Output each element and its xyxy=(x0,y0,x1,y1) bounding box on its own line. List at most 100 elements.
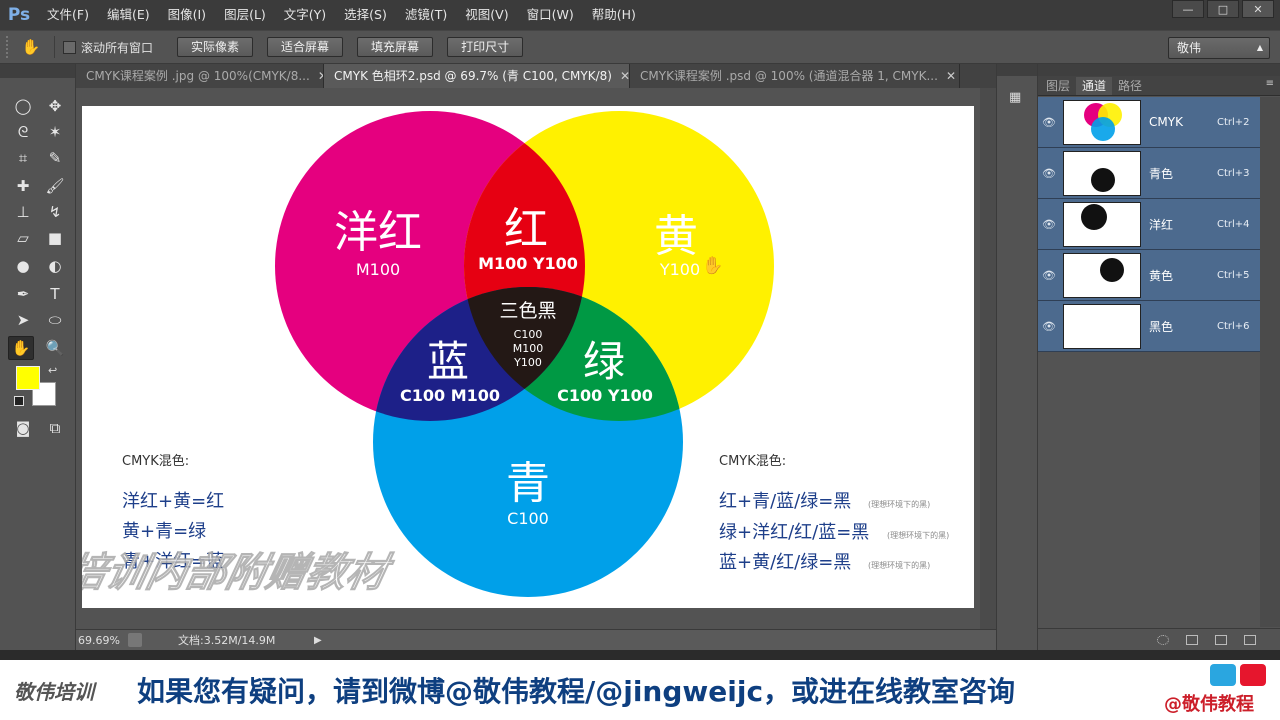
healing-icon[interactable]: ✚ xyxy=(10,174,36,198)
scroll-all-windows-checkbox[interactable] xyxy=(63,40,76,54)
new-channel-icon[interactable] xyxy=(1215,634,1227,645)
zoom-level[interactable]: 69.69% xyxy=(76,634,128,647)
channel-row-black[interactable]: 👁 黑色 Ctrl+6 xyxy=(1038,301,1260,352)
canvas-area[interactable]: 洋红 M100 红 M100 Y100 黄 Y100 三色黑 C100 M100… xyxy=(76,88,996,629)
path-select-icon[interactable]: ➤ xyxy=(10,308,36,332)
channel-list: 👁 CMYK Ctrl+2 👁 青色 Ctrl+3 👁 洋红 Ctrl+4 👁 … xyxy=(1038,97,1260,352)
dock-header[interactable] xyxy=(997,64,1037,76)
move-icon[interactable]: ✥ xyxy=(42,94,68,118)
menu-help[interactable]: 帮助(H) xyxy=(583,0,645,30)
panel-scrollbar[interactable] xyxy=(1260,97,1280,627)
status-menu-arrow-icon[interactable]: ▶ xyxy=(314,635,322,646)
options-grip[interactable] xyxy=(6,36,16,58)
document-canvas[interactable]: 洋红 M100 红 M100 Y100 黄 Y100 三色黑 C100 M100… xyxy=(82,106,974,608)
eye-icon[interactable]: 👁 xyxy=(1038,167,1060,180)
tencent-weibo-icon[interactable] xyxy=(1210,664,1236,686)
panel-menu-icon[interactable]: ≡ xyxy=(1266,78,1274,89)
tab-paths[interactable]: 路径 xyxy=(1112,77,1148,95)
brush-icon[interactable]: 🖌 xyxy=(42,174,68,198)
tab-doc-1[interactable]: CMYK课程案例 .jpg @ 100%(CMYK/8...✕ xyxy=(76,64,324,88)
tools-panel-header[interactable] xyxy=(0,64,75,78)
menu-file[interactable]: 文件(F) xyxy=(38,0,98,30)
menu-window[interactable]: 窗口(W) xyxy=(518,0,583,30)
panel-dock-strip: ▦ xyxy=(996,64,1038,650)
hand-icon[interactable]: ✋ xyxy=(8,336,34,360)
channel-row-magenta[interactable]: 👁 洋红 Ctrl+4 xyxy=(1038,199,1260,250)
eyedropper-icon[interactable]: ✎ xyxy=(42,146,68,170)
close-tab-icon[interactable]: ✕ xyxy=(946,69,956,83)
blur-icon[interactable]: ● xyxy=(10,254,36,278)
eye-icon[interactable]: 👁 xyxy=(1038,320,1060,333)
tab-channels[interactable]: 通道 xyxy=(1076,77,1113,95)
menu-filter[interactable]: 滤镜(T) xyxy=(396,0,456,30)
stamp-icon[interactable]: ⊥ xyxy=(10,200,36,224)
zoom-icon[interactable]: 🔍 xyxy=(42,336,68,360)
tab-doc-2[interactable]: CMYK 色相环2.psd @ 69.7% (青 C100, CMYK/8) ✕ xyxy=(324,64,630,88)
gradient-icon[interactable]: ■ xyxy=(42,226,68,250)
thumbnail-preview xyxy=(1084,102,1122,141)
social-icons xyxy=(1210,664,1270,686)
actual-pixels-button[interactable]: 实际像素 xyxy=(177,37,254,57)
print-size-button[interactable]: 打印尺寸 xyxy=(447,37,524,57)
lasso-icon[interactable]: ᘓ xyxy=(10,120,36,144)
blue-title: 蓝 xyxy=(427,337,469,386)
sina-weibo-icon[interactable] xyxy=(1240,664,1266,686)
thumb-cyan xyxy=(1091,116,1115,141)
swap-colors-icon[interactable]: ↩ xyxy=(48,364,57,377)
thumb-magenta-mask xyxy=(1081,203,1107,230)
black-y: Y100 xyxy=(513,356,542,369)
tab-doc-3[interactable]: CMYK课程案例 .psd @ 100% (通道混合器 1, CMYK... ✕ xyxy=(630,64,960,88)
eraser-icon[interactable]: ▱ xyxy=(10,226,36,250)
document-info-icon[interactable] xyxy=(128,633,142,647)
channel-row-yellow[interactable]: 👁 黄色 Ctrl+5 xyxy=(1038,250,1260,301)
maximize-button[interactable]: □ xyxy=(1207,0,1239,18)
fill-screen-button[interactable]: 填充屏幕 xyxy=(357,37,434,57)
default-colors-icon[interactable] xyxy=(14,396,24,406)
banner-logo: 敬伟培训 xyxy=(14,680,94,704)
menu-type[interactable]: 文字(Y) xyxy=(275,0,335,30)
save-selection-icon[interactable] xyxy=(1186,634,1198,645)
tab-layers[interactable]: 图层 xyxy=(1040,77,1076,95)
document-tabs: CMYK课程案例 .jpg @ 100%(CMYK/8...✕ CMYK 色相环… xyxy=(76,64,996,88)
bottom-banner: 敬伟培训 如果您有疑问，请到微博@敬伟教程/@jingweijc，或进在线教室咨… xyxy=(0,650,1280,720)
type-icon[interactable]: T xyxy=(42,282,68,306)
ellipse-icon[interactable]: ⬭ xyxy=(42,308,68,332)
minimize-button[interactable]: — xyxy=(1172,0,1204,18)
canvas-vertical-scrollbar[interactable] xyxy=(980,88,996,629)
menu-view[interactable]: 视图(V) xyxy=(456,0,517,30)
eye-icon[interactable]: 👁 xyxy=(1038,269,1060,282)
thumb-cyan-mask xyxy=(1091,167,1115,192)
channel-thumbnail xyxy=(1063,99,1141,145)
marquee-icon[interactable]: ◯ xyxy=(10,94,36,118)
quickmask-icon[interactable]: ◙ xyxy=(10,416,36,440)
left-heading: CMYK混色: xyxy=(122,453,189,469)
menu-select[interactable]: 选择(S) xyxy=(335,0,396,30)
close-button[interactable]: ✕ xyxy=(1242,0,1274,18)
menu-edit[interactable]: 编辑(E) xyxy=(98,0,159,30)
screenmode-icon[interactable]: ⧉ xyxy=(42,416,68,440)
window-controls: — □ ✕ xyxy=(1169,0,1274,18)
load-selection-icon[interactable] xyxy=(1157,634,1169,645)
fit-screen-button[interactable]: 适合屏幕 xyxy=(267,37,344,57)
delete-channel-icon[interactable] xyxy=(1244,634,1256,645)
crop-icon[interactable]: ⌗ xyxy=(10,146,36,170)
photoshop-logo[interactable]: Ps xyxy=(0,0,38,30)
menu-layer[interactable]: 图层(L) xyxy=(215,0,275,30)
hand-tool-preset-icon[interactable]: ✋ xyxy=(16,35,46,59)
menu-image[interactable]: 图像(I) xyxy=(159,0,215,30)
right-heading: CMYK混色: xyxy=(719,453,786,469)
foreground-color-swatch[interactable] xyxy=(16,366,40,390)
channel-row-cyan[interactable]: 👁 青色 Ctrl+3 xyxy=(1038,148,1260,199)
eye-icon[interactable]: 👁 xyxy=(1038,218,1060,231)
close-tab-icon[interactable]: ✕ xyxy=(620,69,629,83)
panel-toggle-icon[interactable]: ▦ xyxy=(1009,90,1027,106)
eye-icon[interactable]: 👁 xyxy=(1038,116,1060,129)
channel-row-cmyk[interactable]: 👁 CMYK Ctrl+2 xyxy=(1038,97,1260,148)
panel-header[interactable] xyxy=(1038,64,1280,76)
history-brush-icon[interactable]: ↯ xyxy=(42,200,68,224)
black-title: 三色黑 xyxy=(499,300,556,322)
magic-wand-icon[interactable]: ✶ xyxy=(42,120,68,144)
pen-icon[interactable]: ✒ xyxy=(10,282,36,306)
dodge-icon[interactable]: ◐ xyxy=(42,254,68,278)
workspace-select[interactable]: 敬伟 ▲▼ xyxy=(1168,37,1270,72)
